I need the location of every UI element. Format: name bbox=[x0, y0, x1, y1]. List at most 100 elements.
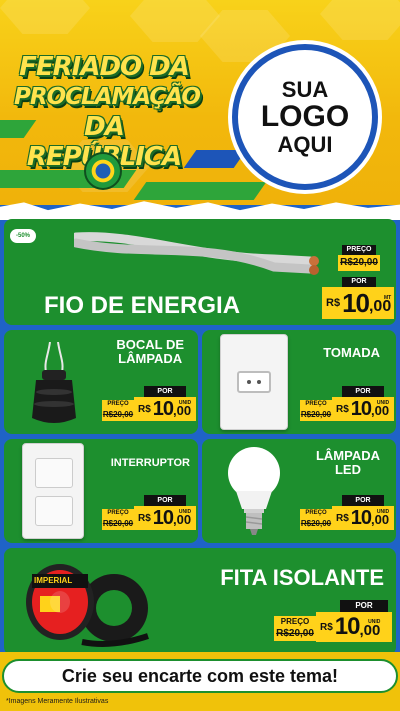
discount-badge: -50% bbox=[10, 229, 36, 243]
product-name-line-2: LÂMPADA bbox=[118, 351, 183, 367]
header-banner: FERIADO DA PROCLAMAÇÃO DA REPÚBLICA SUA … bbox=[0, 0, 400, 215]
price-cents: UNID ,00 bbox=[371, 400, 390, 418]
old-price-value: R$20,00 bbox=[300, 410, 332, 419]
preco-label: PREÇO bbox=[342, 245, 376, 255]
lamp-socket-icon bbox=[32, 342, 76, 423]
price-tag: POR PREÇO R$20,00 R$ 10 UNID ,00 bbox=[100, 495, 196, 541]
old-price: R$20,00 bbox=[274, 627, 316, 641]
unit: UNID bbox=[376, 400, 390, 406]
price-int: 10 bbox=[152, 397, 174, 420]
unit: MT bbox=[384, 295, 392, 301]
hex-decoration bbox=[320, 0, 400, 40]
product-card-fio[interactable]: -50% FIO DE ENERGIA PREÇO R$20,00 POR R$… bbox=[4, 219, 396, 325]
cta-banner[interactable]: Crie seu encarte com este tema! bbox=[2, 659, 398, 693]
price-cents: UNID ,00 bbox=[173, 509, 192, 527]
brazil-seal-icon bbox=[84, 152, 122, 190]
currency: R$ bbox=[326, 297, 341, 309]
switch-icon bbox=[22, 443, 84, 539]
currency: R$ bbox=[138, 403, 151, 415]
old-price: R$20,00 bbox=[300, 518, 332, 530]
cta-text: Crie seu encarte com este tema! bbox=[61, 665, 339, 686]
old-price-value: R$20,00 bbox=[102, 410, 134, 419]
product-name-line-1: LÂMPADA bbox=[315, 448, 380, 463]
old-price-value: R$20,00 bbox=[340, 257, 378, 268]
old-price: R$20,00 bbox=[300, 409, 332, 421]
new-price: R$ 10 UNID ,00 bbox=[332, 397, 394, 421]
outlet-holes-icon bbox=[247, 380, 261, 384]
price-int: 10 bbox=[334, 613, 361, 640]
product-name-line-2: LED bbox=[334, 462, 361, 478]
price-tag: PREÇO R$20,00 POR R$ 10 MT ,00 bbox=[322, 245, 394, 323]
price-tag: POR PREÇO R$20,00 R$ 10 UNID ,00 bbox=[298, 495, 394, 541]
new-price: R$ 10 UNID ,00 bbox=[134, 506, 196, 530]
disclaimer-text: *Imagens Meramente Ilustrativas bbox=[6, 698, 109, 705]
old-price: R$20,00 bbox=[338, 255, 380, 271]
logo-placeholder[interactable]: SUA LOGO AQUI bbox=[232, 44, 378, 190]
old-price-value: R$20,00 bbox=[276, 628, 314, 639]
unit: UNID bbox=[178, 509, 192, 515]
price-cents: UNID ,00 bbox=[360, 619, 381, 639]
switch-key-top bbox=[35, 458, 73, 488]
product-card-tomada[interactable]: TOMADA POR PREÇO R$20,00 R$ 10 UNID ,00 bbox=[202, 330, 396, 434]
product-name-line-1: BOCAL DE bbox=[116, 337, 184, 352]
price-cents: MT ,00 bbox=[369, 295, 392, 316]
old-price-value: R$20,00 bbox=[102, 519, 134, 528]
new-price: R$ 10 UNID ,00 bbox=[316, 612, 392, 642]
electric-cable-icon bbox=[74, 232, 319, 275]
new-price: R$ 10 MT ,00 bbox=[322, 287, 394, 319]
new-price: R$ 10 UNID ,00 bbox=[134, 397, 196, 421]
old-price-value: R$20,00 bbox=[300, 519, 332, 528]
product-name: BOCAL DE LÂMPADA bbox=[116, 337, 184, 367]
green-stripe bbox=[133, 182, 267, 200]
price-cents: UNID ,00 bbox=[173, 400, 192, 418]
logo-line-2: LOGO bbox=[260, 100, 350, 134]
unit: UNID bbox=[368, 619, 381, 625]
price-int: 10 bbox=[342, 287, 370, 318]
price-int: 10 bbox=[350, 506, 372, 529]
por-label: POR bbox=[340, 600, 388, 612]
por-label: POR bbox=[144, 386, 186, 397]
logo-line-1: SUA bbox=[281, 77, 329, 103]
old-price: R$20,00 bbox=[102, 409, 134, 421]
price-tag: POR PREÇO R$20,00 R$ 10 UNID ,00 bbox=[274, 600, 392, 652]
currency: R$ bbox=[336, 512, 349, 524]
title-line-1: FERIADO DA bbox=[19, 52, 190, 82]
product-card-bocal[interactable]: BOCAL DE LÂMPADA POR PREÇO R$20,00 R$ 10… bbox=[4, 330, 198, 434]
preco-label: PREÇO bbox=[274, 616, 316, 627]
hex-decoration bbox=[0, 0, 90, 34]
product-name: FIO DE ENERGIA bbox=[44, 292, 241, 319]
led-bulb-icon bbox=[228, 447, 280, 535]
price-int: 10 bbox=[350, 397, 372, 420]
unit: UNID bbox=[178, 400, 192, 406]
por-label: POR bbox=[342, 386, 384, 397]
new-price: R$ 10 UNID ,00 bbox=[332, 506, 394, 530]
product-name: LÂMPADA LED bbox=[315, 448, 380, 478]
por-label: POR bbox=[144, 495, 186, 506]
por-label: POR bbox=[342, 277, 376, 287]
price-tag: POR PREÇO R$20,00 R$ 10 UNID ,00 bbox=[298, 386, 394, 432]
tape-brand: IMPERIAL bbox=[34, 576, 73, 585]
switch-key-bottom bbox=[35, 496, 73, 526]
product-card-interruptor[interactable]: INTERRUPTOR POR PREÇO R$20,00 R$ 10 UNID… bbox=[4, 439, 198, 543]
price-cents: UNID ,00 bbox=[371, 509, 390, 527]
outlet-face bbox=[237, 371, 271, 393]
currency: R$ bbox=[336, 403, 349, 415]
price-tag: POR PREÇO R$20,00 R$ 10 UNID ,00 bbox=[100, 386, 196, 432]
outlet-icon bbox=[220, 334, 288, 430]
preco-label: PREÇO bbox=[102, 509, 134, 518]
currency: R$ bbox=[138, 512, 151, 524]
logo-line-3: AQUI bbox=[277, 131, 333, 157]
price-int: 10 bbox=[152, 506, 174, 529]
por-label: POR bbox=[342, 495, 384, 506]
product-name: TOMADA bbox=[323, 345, 380, 360]
unit: UNID bbox=[376, 509, 390, 515]
preco-label: PREÇO bbox=[102, 400, 134, 409]
product-name: INTERRUPTOR bbox=[110, 457, 190, 469]
product-card-fita[interactable]: IMPERIAL FITA ISOLANTE POR PREÇO R$20,00… bbox=[4, 548, 396, 655]
old-price: R$20,00 bbox=[102, 518, 134, 530]
product-card-lampada[interactable]: LÂMPADA LED POR PREÇO R$20,00 R$ 10 UNID… bbox=[202, 439, 396, 543]
insulating-tape-icon bbox=[26, 564, 149, 647]
title-line-2: PROCLAMAÇÃO bbox=[14, 84, 201, 110]
currency: R$ bbox=[320, 621, 333, 633]
preco-label: PREÇO bbox=[300, 400, 332, 409]
